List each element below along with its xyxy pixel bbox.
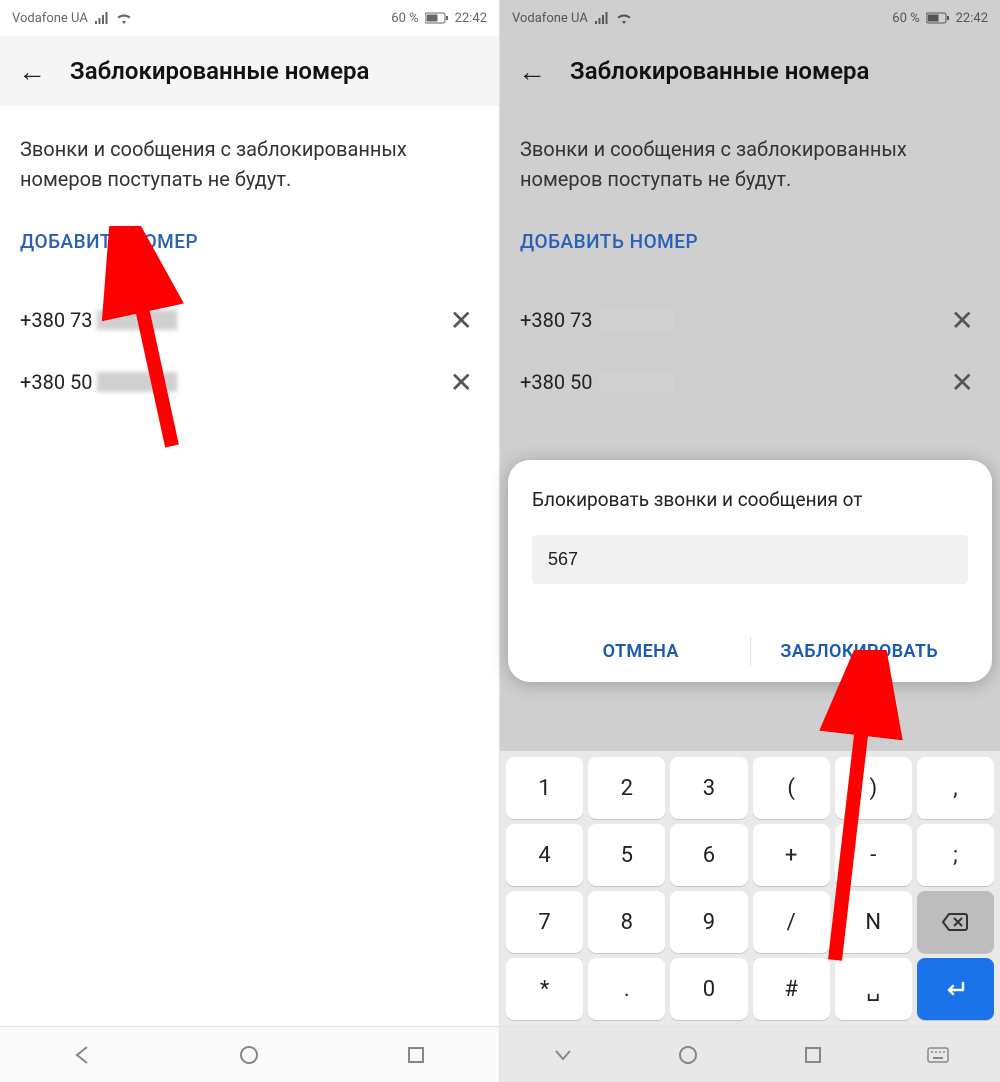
nav-home-icon[interactable]: [676, 1043, 700, 1067]
redacted-digits: [597, 310, 677, 330]
backspace-icon: [941, 912, 969, 932]
redacted-digits: [97, 372, 177, 392]
key-star[interactable]: *: [506, 958, 583, 1020]
key-n[interactable]: N: [835, 891, 912, 953]
key-space[interactable]: ␣: [835, 958, 912, 1020]
battery-pct-label: 60 %: [892, 11, 919, 26]
redacted-digits: [97, 310, 177, 330]
description-text: Звонки и сообщения с заблокированных ном…: [20, 134, 479, 194]
blocked-number-row: +380 50 ✕: [520, 351, 980, 413]
blocked-number-row: +380 50 ✕: [20, 351, 479, 413]
key-minus[interactable]: -: [835, 824, 912, 886]
signal-icon: [94, 12, 110, 24]
nav-keyboard-icon[interactable]: [926, 1043, 950, 1067]
key-1[interactable]: 1: [506, 757, 583, 819]
carrier-label: Vodafone UA: [512, 11, 588, 26]
key-4[interactable]: 4: [506, 824, 583, 886]
wifi-icon: [616, 12, 632, 24]
key-9[interactable]: 9: [670, 891, 747, 953]
redacted-digits: [597, 372, 677, 392]
nav-back-icon[interactable]: [71, 1043, 95, 1067]
key-dot[interactable]: .: [588, 958, 665, 1020]
key-0[interactable]: 0: [670, 958, 747, 1020]
blocked-number-row: +380 73 ✕: [20, 289, 479, 351]
key-hash[interactable]: #: [753, 958, 830, 1020]
nav-bar: [500, 1026, 1000, 1082]
block-button[interactable]: ЗАБЛОКИРОВАТЬ: [751, 641, 969, 662]
key-enter[interactable]: [917, 958, 994, 1020]
signal-icon: [594, 12, 610, 24]
content-area: Звонки и сообщения с заблокированных ном…: [0, 106, 499, 1026]
block-number-dialog: Блокировать звонки и сообщения от ОТМЕНА…: [508, 460, 992, 682]
blocked-number-text: +380 73: [20, 308, 177, 332]
battery-icon: [425, 12, 449, 24]
key-6[interactable]: 6: [670, 824, 747, 886]
back-icon[interactable]: ←: [518, 55, 546, 88]
app-bar: ← Заблокированные номера: [500, 36, 1000, 106]
add-number-link[interactable]: ДОБАВИТЬ НОМЕР: [20, 230, 198, 253]
nav-bar: [0, 1026, 499, 1082]
nav-recent-icon[interactable]: [404, 1043, 428, 1067]
cancel-button[interactable]: ОТМЕНА: [532, 641, 750, 662]
pane-left: Vodafone UA 60 % 22:42 ← Заблокированные…: [0, 0, 500, 1082]
key-3[interactable]: 3: [670, 757, 747, 819]
time-label: 22:42: [455, 11, 487, 26]
add-number-link[interactable]: ДОБАВИТЬ НОМЕР: [520, 230, 698, 253]
blocked-number-text: +380 73: [520, 308, 677, 332]
status-bar: Vodafone UA 60 % 22:42: [500, 0, 1000, 36]
key-slash[interactable]: /: [753, 891, 830, 953]
remove-number-icon[interactable]: ✕: [945, 366, 980, 399]
nav-home-icon[interactable]: [237, 1043, 261, 1067]
page-title: Заблокированные номера: [570, 57, 869, 85]
time-label: 22:42: [956, 11, 988, 26]
key-2[interactable]: 2: [588, 757, 665, 819]
status-bar: Vodafone UA 60 % 22:42: [0, 0, 499, 36]
key-close-paren[interactable]: ): [835, 757, 912, 819]
battery-icon: [926, 12, 950, 24]
key-5[interactable]: 5: [588, 824, 665, 886]
remove-number-icon[interactable]: ✕: [444, 304, 479, 337]
page-title: Заблокированные номера: [70, 57, 369, 85]
enter-icon: [943, 979, 967, 999]
nav-recent-icon[interactable]: [801, 1043, 825, 1067]
battery-pct-label: 60 %: [391, 11, 418, 26]
remove-number-icon[interactable]: ✕: [945, 304, 980, 337]
key-plus[interactable]: +: [753, 824, 830, 886]
blocked-number-text: +380 50: [20, 370, 177, 394]
key-comma[interactable]: ,: [917, 757, 994, 819]
key-8[interactable]: 8: [588, 891, 665, 953]
nav-back-icon[interactable]: [551, 1043, 575, 1067]
numeric-keyboard: 1 2 3 ( ) , 4 5 6 + - ; 7 8 9 / N * .: [500, 751, 1000, 1026]
blocked-number-row: +380 73 ✕: [520, 289, 980, 351]
remove-number-icon[interactable]: ✕: [444, 366, 479, 399]
key-open-paren[interactable]: (: [753, 757, 830, 819]
blocked-number-text: +380 50: [520, 370, 677, 394]
description-text: Звонки и сообщения с заблокированных ном…: [520, 134, 980, 194]
key-backspace[interactable]: [917, 891, 994, 953]
wifi-icon: [116, 12, 132, 24]
app-bar: ← Заблокированные номера: [0, 36, 499, 106]
pane-right: Vodafone UA 60 % 22:42 ← Заблокированные…: [500, 0, 1000, 1082]
carrier-label: Vodafone UA: [12, 11, 88, 26]
phone-number-input[interactable]: [532, 535, 968, 584]
key-7[interactable]: 7: [506, 891, 583, 953]
key-semicolon[interactable]: ;: [917, 824, 994, 886]
dialog-title: Блокировать звонки и сообщения от: [532, 488, 968, 511]
back-icon[interactable]: ←: [18, 55, 46, 88]
